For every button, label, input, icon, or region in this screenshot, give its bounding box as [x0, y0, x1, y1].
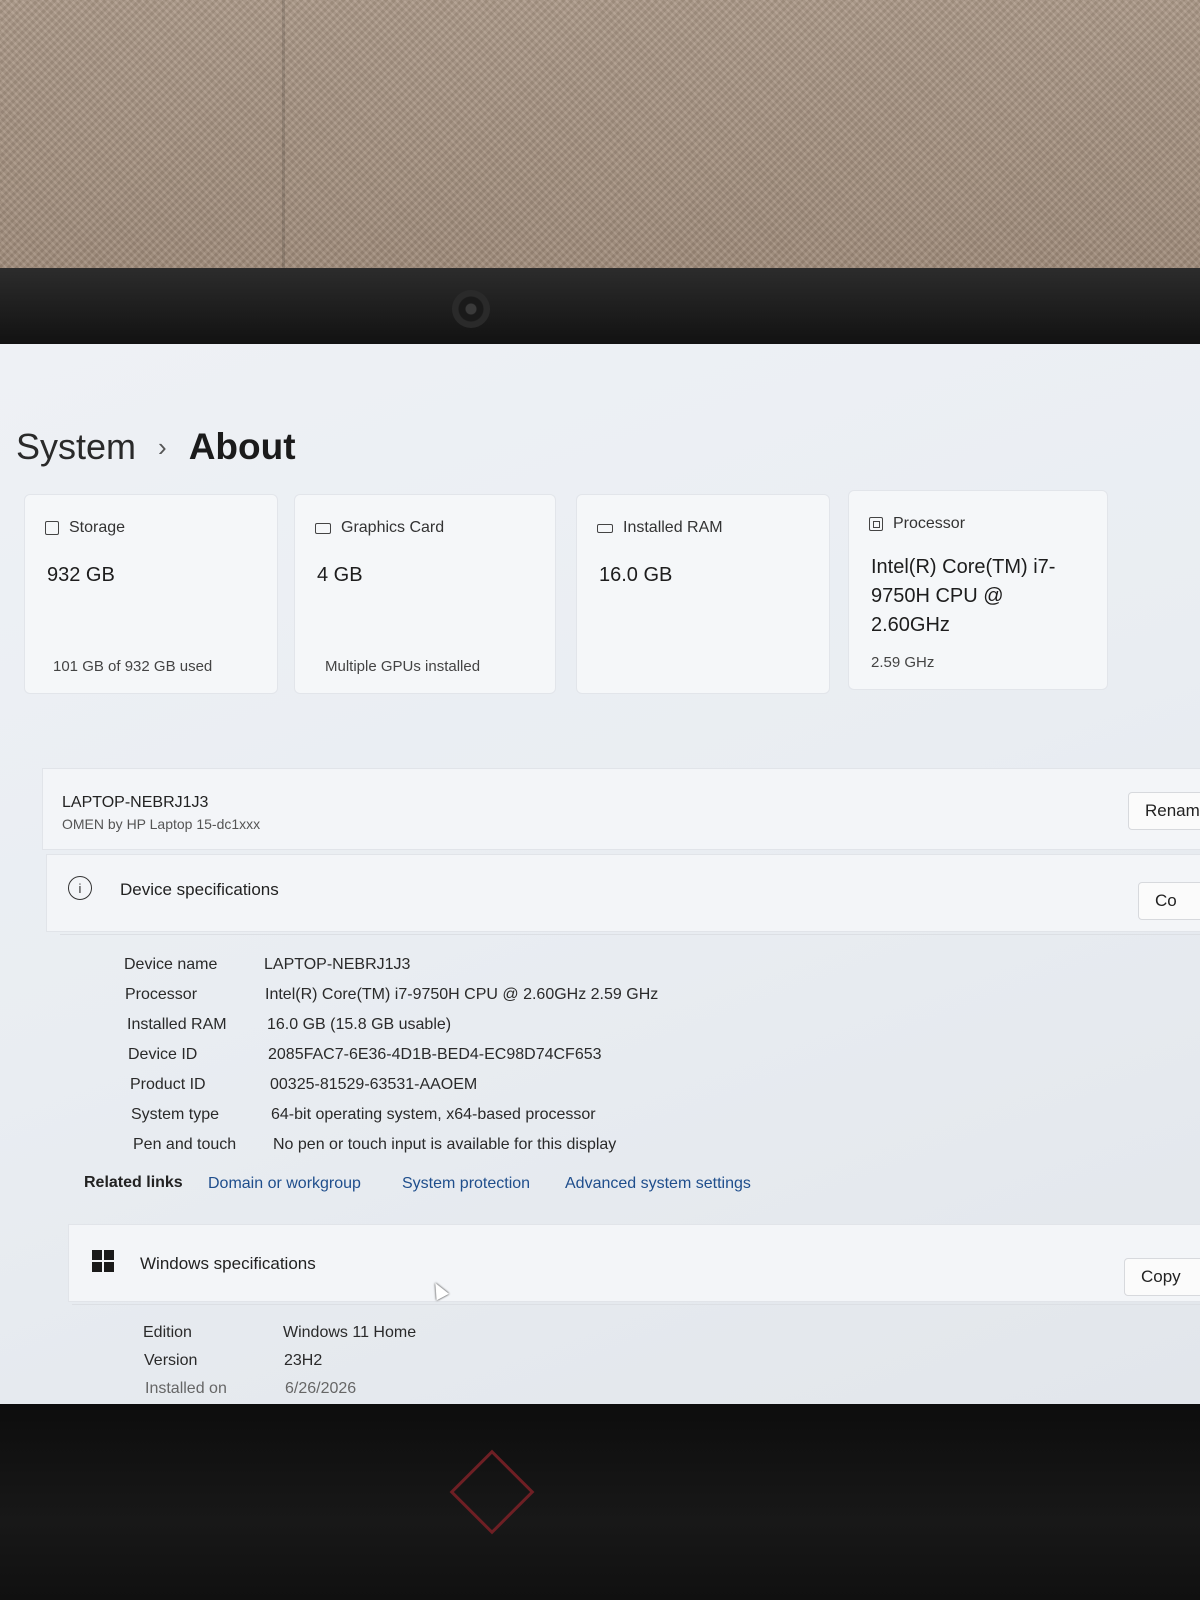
advanced-system-settings-link[interactable]: Advanced system settings [565, 1175, 751, 1193]
spec-key: Processor [125, 986, 198, 1003]
laptop-bezel-top [0, 268, 1200, 344]
device-name-panel [42, 768, 1200, 850]
spec-value: 00325-81529-63531-AAOEM [270, 1076, 478, 1093]
storage-icon [45, 521, 59, 535]
card-value: 16.0 GB [599, 564, 673, 586]
spec-row: Device name LAPTOP-NEBRJ1J3 [124, 956, 410, 974]
card-value: 4 GB [317, 564, 363, 586]
spec-value: 64-bit operating system, x64-based proce… [271, 1106, 596, 1123]
spec-key: Device ID [128, 1046, 198, 1063]
related-links-label: Related links [84, 1174, 183, 1191]
rename-button[interactable]: Renam [1128, 792, 1200, 830]
spec-row: Device ID 2085FAC7-6E36-4D1B-BED4-EC98D7… [128, 1046, 602, 1064]
settings-window: System › About Storage 932 GB 101 GB of … [0, 344, 1200, 1404]
card-value: 932 GB [47, 564, 115, 586]
windows-specs-title: Windows specifications [140, 1254, 316, 1273]
graphics-card-icon [315, 522, 331, 534]
divider [72, 1304, 1200, 1305]
device-name: LAPTOP-NEBRJ1J3 [62, 794, 209, 811]
ram-icon [597, 523, 613, 533]
spec-key: Product ID [130, 1076, 206, 1093]
spec-row: Installed RAM 16.0 GB (15.8 GB usable) [127, 1016, 451, 1034]
spec-value: No pen or touch input is available for t… [273, 1136, 617, 1153]
spec-key: Edition [143, 1324, 192, 1341]
spec-row: Pen and touch No pen or touch input is a… [133, 1136, 616, 1154]
processor-icon [869, 517, 883, 531]
card-subtext: 101 GB of 932 GB used [53, 658, 213, 675]
spec-row: Product ID 00325-81529-63531-AAOEM [130, 1076, 477, 1094]
divider [60, 934, 1200, 935]
spec-key: Version [144, 1352, 198, 1369]
device-specs-title: Device specifications [120, 880, 279, 899]
webcam-icon [452, 290, 490, 328]
spec-value: 23H2 [284, 1352, 323, 1369]
chevron-right-icon: › [158, 431, 167, 462]
breadcrumb: System › About [16, 426, 296, 468]
spec-value: Windows 11 Home [283, 1324, 417, 1341]
spec-key: System type [131, 1106, 220, 1123]
processor-card[interactable]: Processor Intel(R) Core(TM) i7-9750H CPU… [848, 490, 1108, 690]
spec-key: Pen and touch [133, 1136, 237, 1153]
wall-seam [282, 0, 285, 270]
background-wall [0, 0, 1200, 270]
laptop-bezel-bottom [0, 1404, 1200, 1600]
spec-key: Installed RAM [127, 1016, 227, 1033]
card-label: Installed RAM [623, 519, 723, 536]
card-label: Processor [893, 515, 966, 532]
card-label: Graphics Card [341, 519, 445, 536]
spec-row: System type 64-bit operating system, x64… [131, 1106, 596, 1124]
graphics-card-card[interactable]: Graphics Card 4 GB Multiple GPUs install… [294, 494, 556, 694]
card-value: Intel(R) Core(TM) i7-9750H CPU @ 2.60GHz [871, 556, 1056, 636]
page-title: About [188, 426, 296, 467]
windows-logo-icon [92, 1250, 114, 1272]
copy-device-specs-button[interactable]: Co [1138, 882, 1200, 920]
spec-key: Device name [124, 956, 218, 973]
spec-row: Version 23H2 [144, 1352, 322, 1370]
spec-value: 16.0 GB (15.8 GB usable) [267, 1016, 452, 1033]
spec-value: LAPTOP-NEBRJ1J3 [264, 956, 411, 973]
device-model: OMEN by HP Laptop 15-dc1xxx [62, 816, 261, 832]
spec-row: Installed on 6/26/2026 [145, 1380, 356, 1398]
card-label: Storage [69, 519, 126, 536]
spec-value: 6/26/2026 [285, 1380, 357, 1397]
spec-row: Processor Intel(R) Core(TM) i7-9750H CPU… [125, 986, 658, 1004]
card-subtext: 2.59 GHz [871, 654, 935, 671]
spec-value: 2085FAC7-6E36-4D1B-BED4-EC98D74CF653 [268, 1046, 602, 1063]
system-protection-link[interactable]: System protection [402, 1175, 530, 1193]
spec-key: Installed on [145, 1380, 227, 1397]
storage-card[interactable]: Storage 932 GB 101 GB of 932 GB used [24, 494, 278, 694]
breadcrumb-system[interactable]: System [16, 426, 136, 468]
copy-windows-specs-button[interactable]: Copy [1124, 1258, 1200, 1296]
domain-workgroup-link[interactable]: Domain or workgroup [208, 1175, 361, 1193]
installed-ram-card[interactable]: Installed RAM 16.0 GB [576, 494, 830, 694]
spec-row: Edition Windows 11 Home [143, 1324, 416, 1342]
info-icon: i [68, 876, 92, 900]
spec-value: Intel(R) Core(TM) i7-9750H CPU @ 2.60GHz… [265, 986, 659, 1003]
card-subtext: Multiple GPUs installed [325, 658, 481, 675]
